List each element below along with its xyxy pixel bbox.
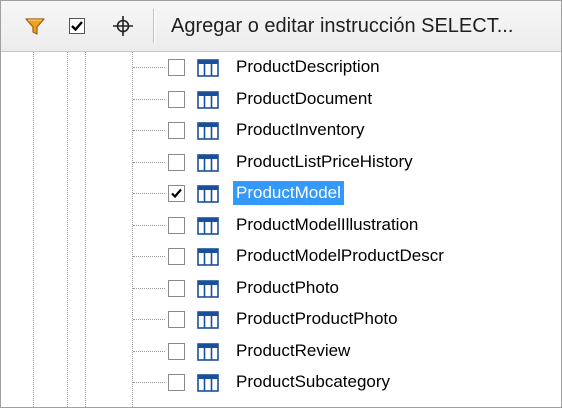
table-checkbox[interactable] [168,154,185,171]
crosshair-icon[interactable] [111,14,135,38]
tree-connector-line [133,162,165,163]
tree-item[interactable]: ProductModel [1,178,561,210]
table-checkbox[interactable] [168,374,185,391]
tree-connector-line [133,225,165,226]
tree-connector-line [133,193,165,194]
tree-item[interactable]: ProductInventory [1,115,561,147]
tree-item[interactable]: ProductDescription [1,52,561,84]
tree-connector-line [133,351,165,352]
table-checkbox[interactable] [168,248,185,265]
table-icon [197,217,219,235]
table-name-label[interactable]: ProductSubcategory [233,370,393,394]
tree-item[interactable]: ProductReview [1,336,561,368]
tree-connector-line [133,130,165,131]
table-name-label[interactable]: ProductModel [233,181,344,205]
table-name-label[interactable]: ProductProductPhoto [233,307,401,331]
select-statement-panel: Agregar o editar instrucción SELECT... P… [0,0,562,408]
table-name-label[interactable]: ProductModelProductDescr [233,244,447,268]
table-checkbox[interactable] [168,280,185,297]
table-tree: ProductDescription ProductDocument Product… [1,52,561,407]
tree-item[interactable]: ProductModelIllustration [1,210,561,242]
table-icon [197,374,219,392]
table-icon [197,248,219,266]
table-icon [197,311,219,329]
table-icon [197,122,219,140]
table-name-label[interactable]: ProductReview [233,339,353,363]
table-icon [197,280,219,298]
check-all-icon[interactable] [65,14,89,38]
table-checkbox[interactable] [168,311,185,328]
toolbar-separator [153,9,155,43]
filter-icon[interactable] [23,14,47,38]
tree-connector-line [133,256,165,257]
tree-item[interactable]: ProductPhoto [1,273,561,305]
tree-connector-line [133,288,165,289]
tree-item[interactable]: ProductListPriceHistory [1,147,561,179]
table-checkbox[interactable] [168,343,185,360]
table-name-label[interactable]: ProductListPriceHistory [233,150,416,174]
table-checkbox[interactable] [168,217,185,234]
table-checkbox[interactable] [168,185,185,202]
table-name-label[interactable]: ProductInventory [233,118,368,142]
tree-item[interactable]: ProductSubcategory [1,367,561,399]
tree-item[interactable]: ProductProductPhoto [1,304,561,336]
table-name-label[interactable]: ProductDocument [233,87,375,111]
table-icon [197,343,219,361]
table-icon [197,91,219,109]
checkmark-icon [171,188,182,199]
table-name-label[interactable]: ProductDescription [233,55,383,79]
tree-item[interactable]: ProductDocument [1,84,561,116]
table-checkbox[interactable] [168,59,185,76]
table-icon [197,154,219,172]
tree-connector-line [133,382,165,383]
tree-connector-line [133,67,165,68]
table-icon [197,185,219,203]
tree-item[interactable]: ProductModelProductDescr [1,241,561,273]
table-checkbox[interactable] [168,122,185,139]
table-checkbox[interactable] [168,91,185,108]
tree-connector-line [133,99,165,100]
table-name-label[interactable]: ProductPhoto [233,276,342,300]
table-icon [197,59,219,77]
toolbar: Agregar o editar instrucción SELECT... [1,1,561,52]
toolbar-title: Agregar o editar instrucción SELECT... [171,15,514,37]
table-name-label[interactable]: ProductModelIllustration [233,213,421,237]
tree-connector-line [133,319,165,320]
